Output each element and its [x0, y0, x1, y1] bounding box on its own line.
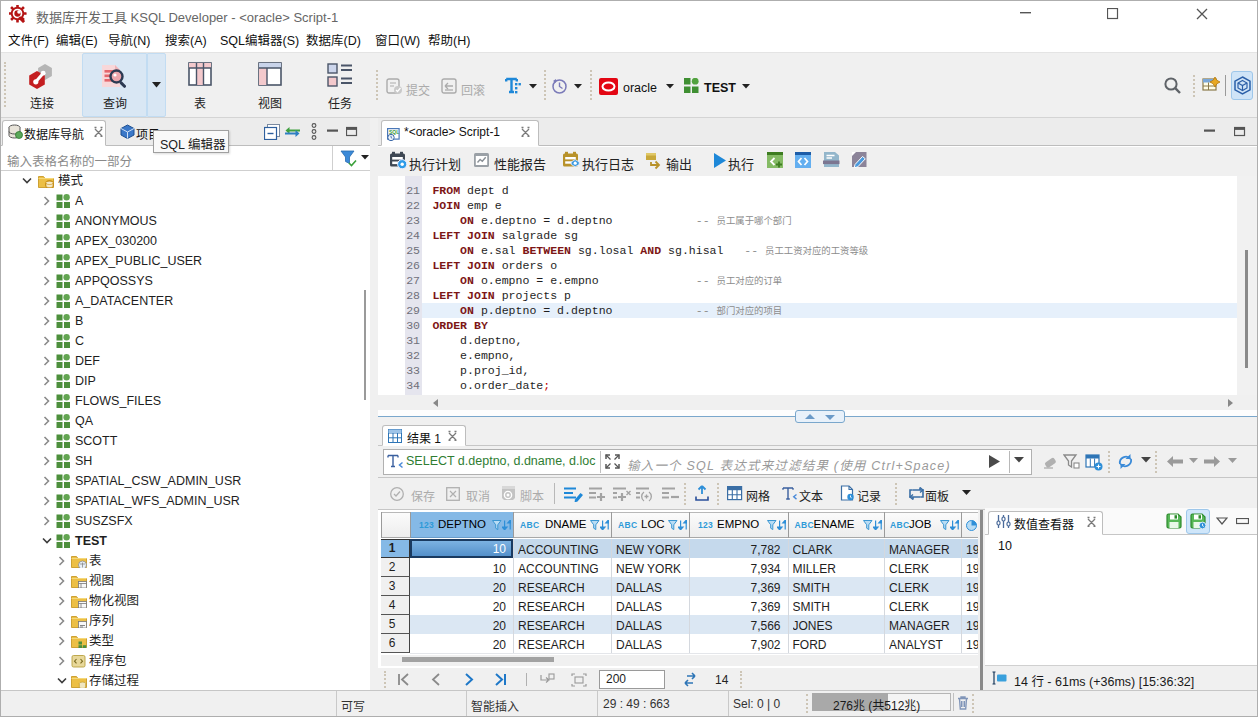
- svg-text:SQL: SQL: [389, 129, 399, 135]
